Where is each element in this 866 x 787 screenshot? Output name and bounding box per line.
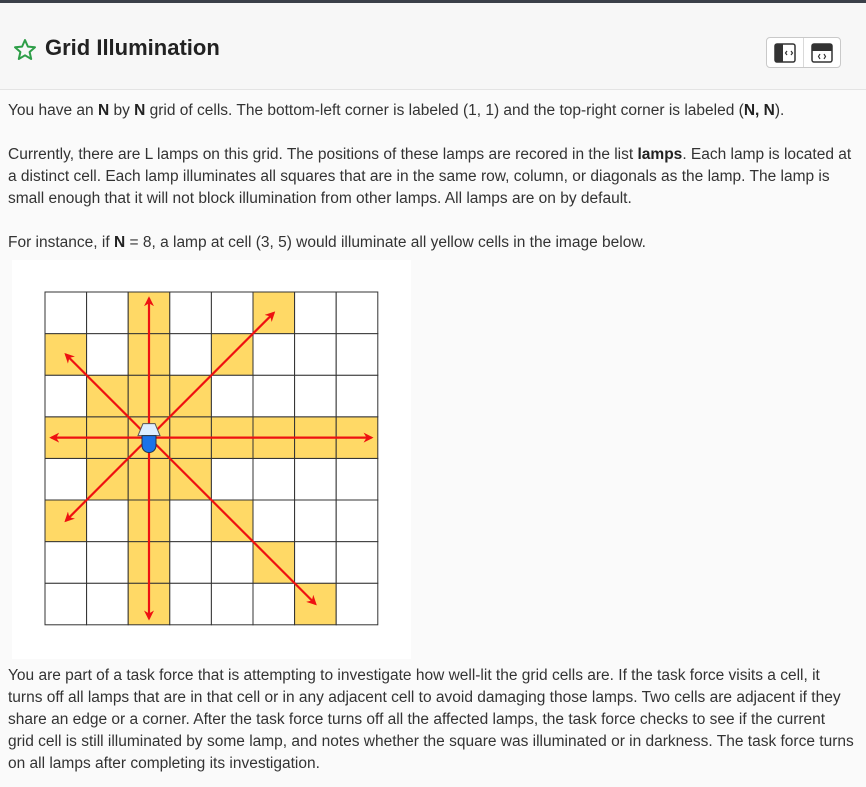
grid-cell [169,582,212,626]
grid-cell [335,374,379,418]
description-paragraph-3: For instance, if N = 8, a lamp at cell (… [8,234,646,251]
grid-cell [335,541,379,584]
grid-cell [335,333,379,376]
description-paragraph-1: You have an N by N grid of cells. The bo… [8,102,785,119]
problem-title: Grid Illumination [45,35,220,60]
grid-cell [210,291,254,335]
grid-cell [86,333,129,376]
full-view-icon [811,42,833,63]
grid-cell [294,541,337,584]
grid-cell [44,374,88,418]
grid-cell [335,499,379,543]
grid-cell [169,499,212,543]
grid-cell [252,374,296,418]
grid-cell [210,541,254,584]
grid-cell [252,457,296,501]
grid-cell [86,582,129,626]
grid-cell [86,541,129,584]
grid-cell [335,582,379,626]
grid-cell [86,499,129,543]
grid-diagram [44,291,379,626]
full-view-button[interactable] [804,38,840,67]
grid-cell [169,541,212,584]
grid-cell [294,374,337,418]
grid-cell [335,457,379,501]
description-paragraph-2: Currently, there are L lamps on this gri… [8,146,852,207]
grid-cell [44,541,88,584]
grid-cell [294,291,337,335]
grid-cell [210,374,254,418]
grid-cell [210,582,254,626]
grid-cell [86,291,129,335]
grid-cell [335,291,379,335]
grid-cell [169,291,212,335]
illumination-figure [12,260,411,659]
grid-cell [252,333,296,376]
grid-cell [252,582,296,626]
grid-cell [294,499,337,543]
split-view-button[interactable] [767,38,804,67]
star-outline-icon[interactable] [13,38,37,62]
grid-cell [44,291,88,335]
grid-cell [252,499,296,543]
grid-cell [44,582,88,626]
grid-cell [169,333,212,376]
problem-header: Grid Illumination [0,3,866,90]
grid-cell [294,457,337,501]
grid-cell [210,457,254,501]
description-paragraph-4: You are part of a task force that is att… [8,667,854,772]
lamp-icon [141,435,157,454]
grid-cell [294,333,337,376]
grid-cell [44,457,88,501]
view-toggle-group [766,37,841,68]
split-view-icon [774,42,796,63]
